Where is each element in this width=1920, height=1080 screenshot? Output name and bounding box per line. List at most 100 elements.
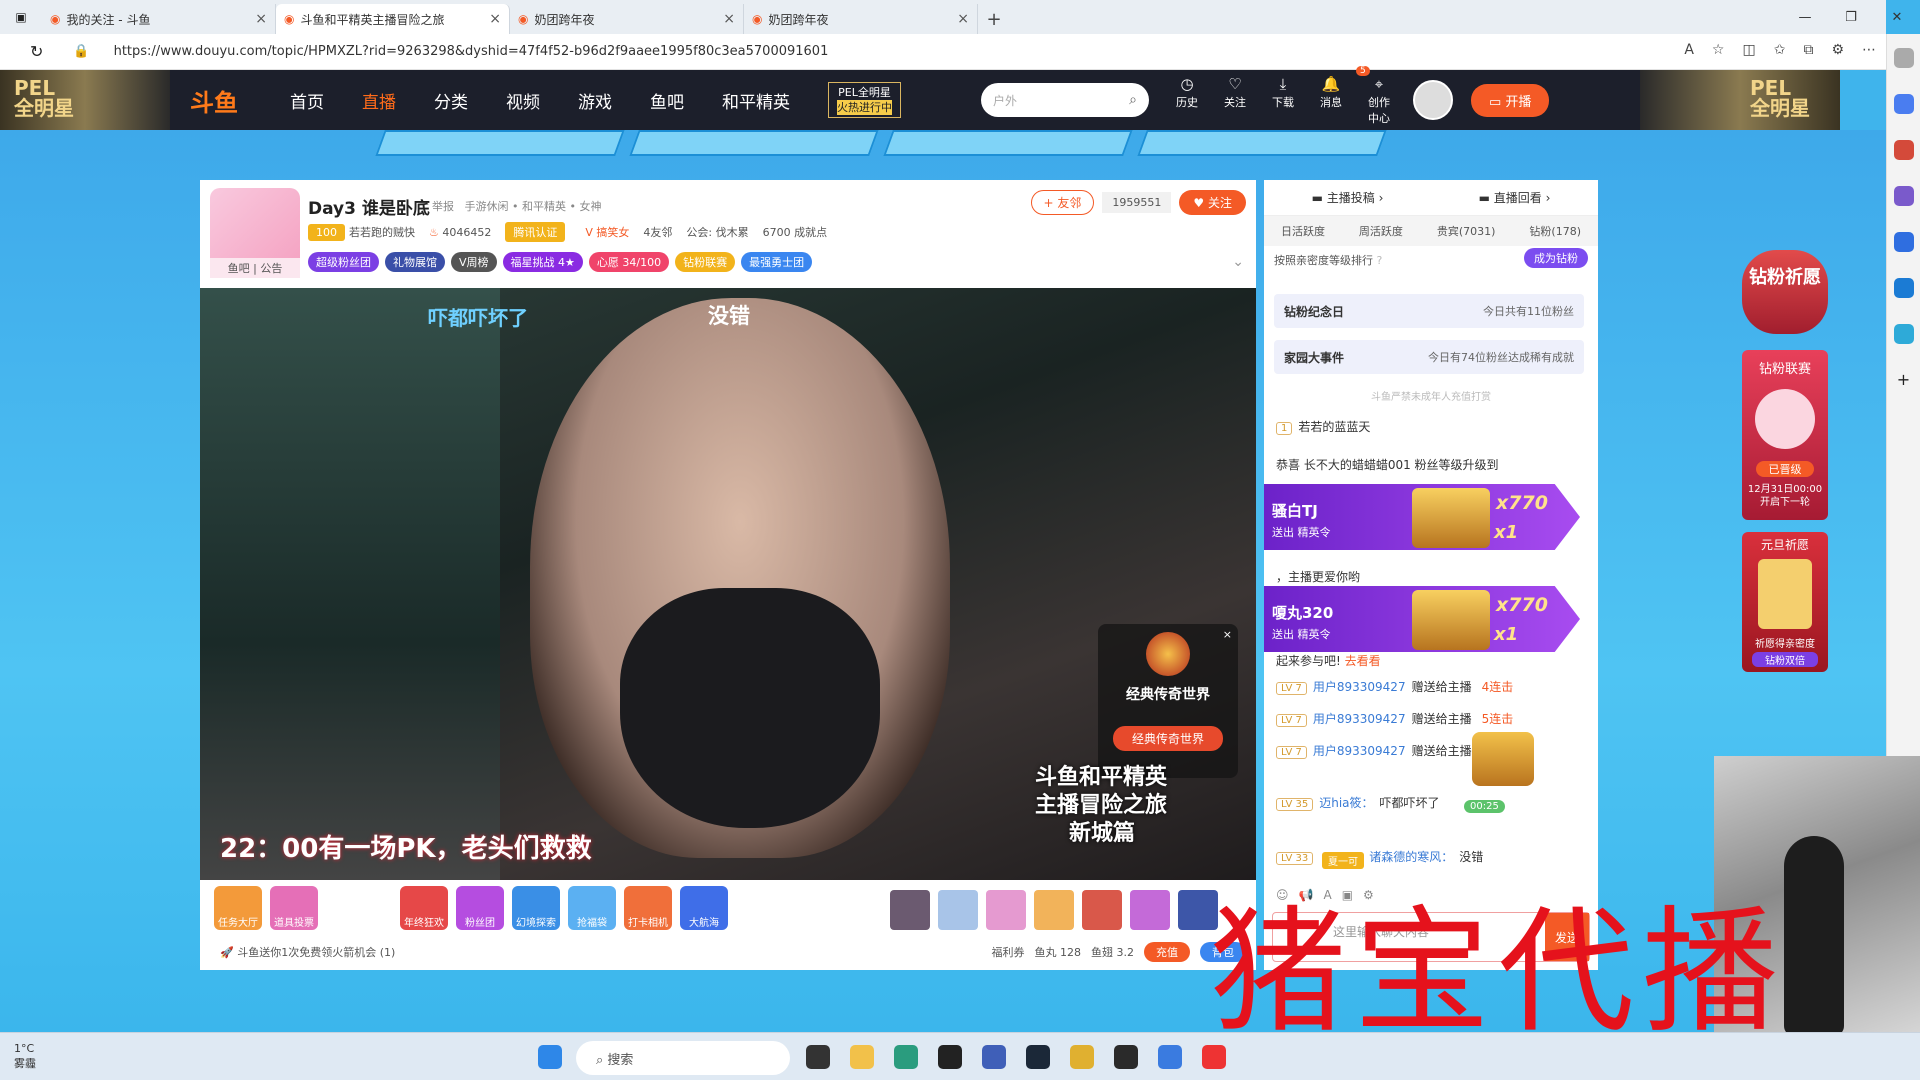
become-diamond-button[interactable]: 成为钻粉 [1524, 248, 1588, 268]
anchor-name[interactable]: 若若跑的贼快 [349, 226, 415, 239]
tab-anchor-posts[interactable]: ▬ 主播投稿 › [1312, 189, 1384, 206]
start-icon[interactable] [538, 1045, 562, 1069]
douyu-logo[interactable]: 斗鱼 [190, 83, 290, 118]
sidebar-tools-icon[interactable] [1893, 140, 1914, 160]
tab-actions-icon[interactable]: ▣ [0, 0, 42, 34]
nav-heart[interactable]: ♡ 关注 [1219, 75, 1251, 126]
expand-icon[interactable]: ⌄ [1232, 254, 1244, 270]
chat-message[interactable]: LV 7 用户893309427 赠送给主播 4连击 [1276, 678, 1513, 695]
tab-close-icon[interactable]: × [255, 11, 267, 27]
sidebar-search-icon[interactable] [1893, 48, 1914, 68]
toolbar-tool[interactable]: 道具投票 [270, 886, 318, 930]
app-icon[interactable] [1158, 1045, 1182, 1069]
new-tab-button[interactable]: + [978, 4, 1010, 34]
edge-icon[interactable] [894, 1045, 918, 1069]
toolbar-tool[interactable]: 年终狂欢 [400, 886, 448, 930]
nav-item[interactable]: 直播 [362, 88, 396, 113]
rank-tab[interactable]: 周活跃度 [1359, 223, 1403, 239]
browser-tab[interactable]: ◉ 斗鱼和平精英主播冒险之旅 × [276, 4, 510, 34]
chat-message[interactable]: LV 33 诸森德的寒风： 没错 [1276, 848, 1493, 865]
guild-name[interactable]: 公会: 伐木累 [686, 224, 748, 240]
browser-tab[interactable]: ◉ 奶团跨年夜 × [510, 4, 744, 34]
browser-tab[interactable]: ◉ 我的关注 - 斗鱼 × [42, 4, 276, 34]
welfare-link[interactable]: 福利券 [992, 944, 1025, 960]
search-icon[interactable]: ⌕ [1129, 92, 1137, 108]
sidebar-copilot-icon[interactable] [1893, 94, 1914, 114]
room-badge[interactable]: 礼物展馆 [385, 252, 445, 272]
toolbar-tool[interactable]: 粉丝团 [456, 886, 504, 930]
chat-user[interactable]: 用户893309427 [1313, 712, 1406, 726]
gift-item[interactable] [1082, 890, 1122, 930]
browser-tab[interactable]: ◉ 奶团跨年夜 × [744, 4, 978, 34]
room-badge[interactable]: 福星挑战 4★ [502, 252, 583, 272]
sidebar-m365-icon[interactable] [1893, 232, 1914, 252]
room-badge[interactable]: 超级粉丝团 [308, 252, 379, 272]
tag-badge[interactable]: V 搞笑女 [585, 224, 629, 240]
newyear-wish-card[interactable]: 元旦祈愿 祈愿得亲密度 钻粉双倍 [1742, 532, 1828, 672]
refresh-icon[interactable]: ↻ [30, 42, 43, 61]
nav-pin[interactable]: ⌖ 创作中心 [1363, 75, 1395, 126]
rank-tab[interactable]: 贵宾(7031) [1437, 223, 1496, 239]
achievement-points[interactable]: 6700 成就点 [763, 224, 828, 240]
gift-item[interactable] [890, 890, 930, 930]
nav-item[interactable]: 分类 [434, 88, 468, 113]
chat-message[interactable]: LV 7用户893309427赠送给主播6 [1276, 742, 1489, 759]
friends-count[interactable]: 4友邻 [643, 224, 672, 240]
read-aloud-icon[interactable]: A [1684, 42, 1694, 58]
pel-banner-left[interactable]: PEL 全明星 [0, 70, 170, 130]
file-explorer-icon[interactable] [850, 1045, 874, 1069]
sidebar-games-icon[interactable] [1893, 186, 1914, 206]
chat-user[interactable]: 诸森德的寒风： [1369, 850, 1453, 864]
gift-item[interactable] [938, 890, 978, 930]
start-stream-button[interactable]: ▭ 开播 [1471, 83, 1550, 117]
nav-download[interactable]: ⤓ 下载 [1267, 75, 1299, 126]
see-link[interactable]: 去看看 [1345, 654, 1381, 668]
add-friend-button[interactable]: + 友邻 [1030, 190, 1095, 215]
tab-close-icon[interactable]: × [723, 11, 735, 27]
room-badge[interactable]: V周榜 [451, 252, 497, 272]
pel-banner-right[interactable]: PEL 全明星 [1640, 70, 1840, 130]
video-player[interactable]: 吓都吓坏了 没错 经典传奇世界 经典传奇世界 × 斗鱼和平精英 主播冒险之旅 新… [200, 288, 1256, 880]
report-link[interactable]: 举报 [432, 200, 454, 213]
follow-button[interactable]: ♥ 关注 [1179, 190, 1246, 215]
chat-message[interactable]: LV 35 迈hia筱： 吓都吓坏了 [1276, 794, 1450, 811]
tab-close-icon[interactable]: × [957, 11, 969, 27]
nav-item[interactable]: 和平精英 [722, 88, 790, 113]
collections-icon[interactable]: ⧉ [1803, 42, 1813, 58]
close-window-icon[interactable]: ✕ [1874, 0, 1920, 34]
rocket-ticker[interactable]: 🚀 斗鱼送你1次免费领火箭机会 (1) [220, 944, 395, 960]
weather-widget[interactable]: 1°C 雾霾 [14, 1041, 36, 1071]
toolbar-tool[interactable]: 大航海 [680, 886, 728, 930]
taskbar-search[interactable]: ⌕ 搜索 [576, 1041, 790, 1075]
nav-bell[interactable]: 🔔 消息 5 [1315, 65, 1370, 126]
nav-item[interactable]: 游戏 [578, 88, 612, 113]
app-icon[interactable] [938, 1045, 962, 1069]
nav-item[interactable]: 视频 [506, 88, 540, 113]
home-events-card[interactable]: 家园大事件 今日有74位粉丝达成稀有成就 [1274, 340, 1584, 374]
chat-user[interactable]: 用户893309427 [1313, 680, 1406, 694]
favorite-star-icon[interactable]: ☆ [1712, 42, 1725, 58]
sidebar-send-icon[interactable] [1893, 324, 1914, 344]
app-icon[interactable] [1070, 1045, 1094, 1069]
tab-close-icon[interactable]: × [489, 11, 501, 27]
diamond-league-card[interactable]: 钻粉联赛 已晋级 12月31日00:00 开启下一轮 [1742, 350, 1828, 520]
search-input[interactable]: 户外 [993, 92, 1017, 109]
chat-user[interactable]: 迈hia筱： [1319, 796, 1373, 810]
douyu-app-icon[interactable] [1202, 1045, 1226, 1069]
close-icon[interactable]: × [1223, 628, 1232, 641]
chat-user[interactable]: 用户893309427 [1313, 744, 1406, 758]
restore-icon[interactable]: ❐ [1828, 0, 1874, 34]
split-screen-icon[interactable]: ◫ [1742, 42, 1755, 58]
sidebar-outlook-icon[interactable] [1893, 278, 1914, 298]
user-avatar[interactable] [1413, 80, 1453, 120]
room-badge[interactable]: 最强勇士团 [741, 252, 813, 272]
app-icon[interactable] [982, 1045, 1006, 1069]
task-view-icon[interactable] [806, 1045, 830, 1069]
game-ad-button[interactable]: 经典传奇世界 [1113, 726, 1223, 751]
toolbar-tool[interactable]: 抢福袋 [568, 886, 616, 930]
steam-icon[interactable] [1026, 1045, 1050, 1069]
game-ad[interactable]: 经典传奇世界 经典传奇世界 × [1098, 624, 1238, 778]
anchor-avatar[interactable]: 鱼吧 | 公告 [210, 188, 300, 278]
toolbar-tool[interactable]: 幻境探索 [512, 886, 560, 930]
gift-item[interactable] [986, 890, 1026, 930]
